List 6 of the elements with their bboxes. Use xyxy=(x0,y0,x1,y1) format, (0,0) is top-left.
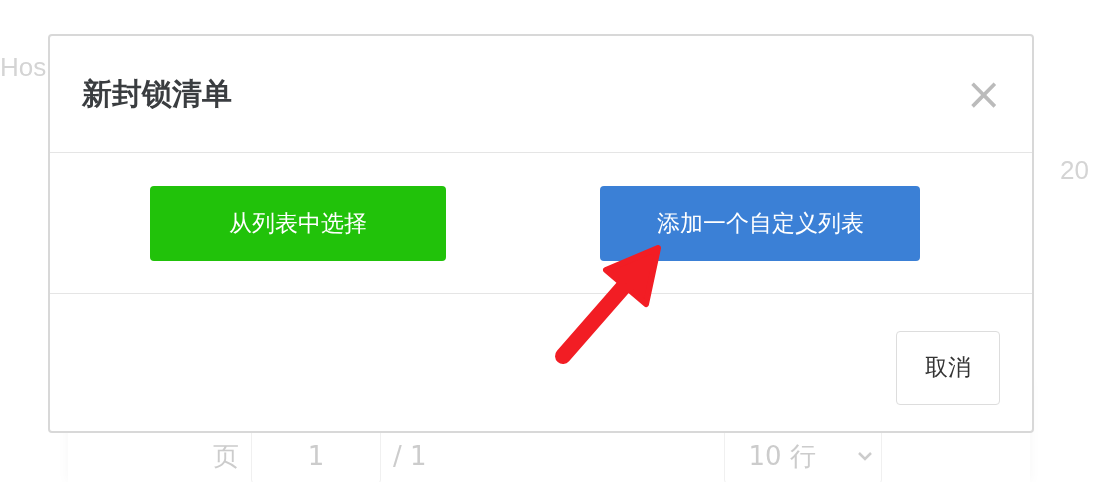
option-button[interactable]: 添加一个自定义列表 xyxy=(600,185,920,261)
cancel-button[interactable]: 取消 xyxy=(896,330,1000,405)
dialog-title: 新封锁清单 xyxy=(82,74,232,113)
close-button[interactable]: × xyxy=(965,72,1002,116)
chevron-down-icon xyxy=(856,451,873,461)
option-button[interactable]: 从列表中选择 xyxy=(150,185,446,261)
